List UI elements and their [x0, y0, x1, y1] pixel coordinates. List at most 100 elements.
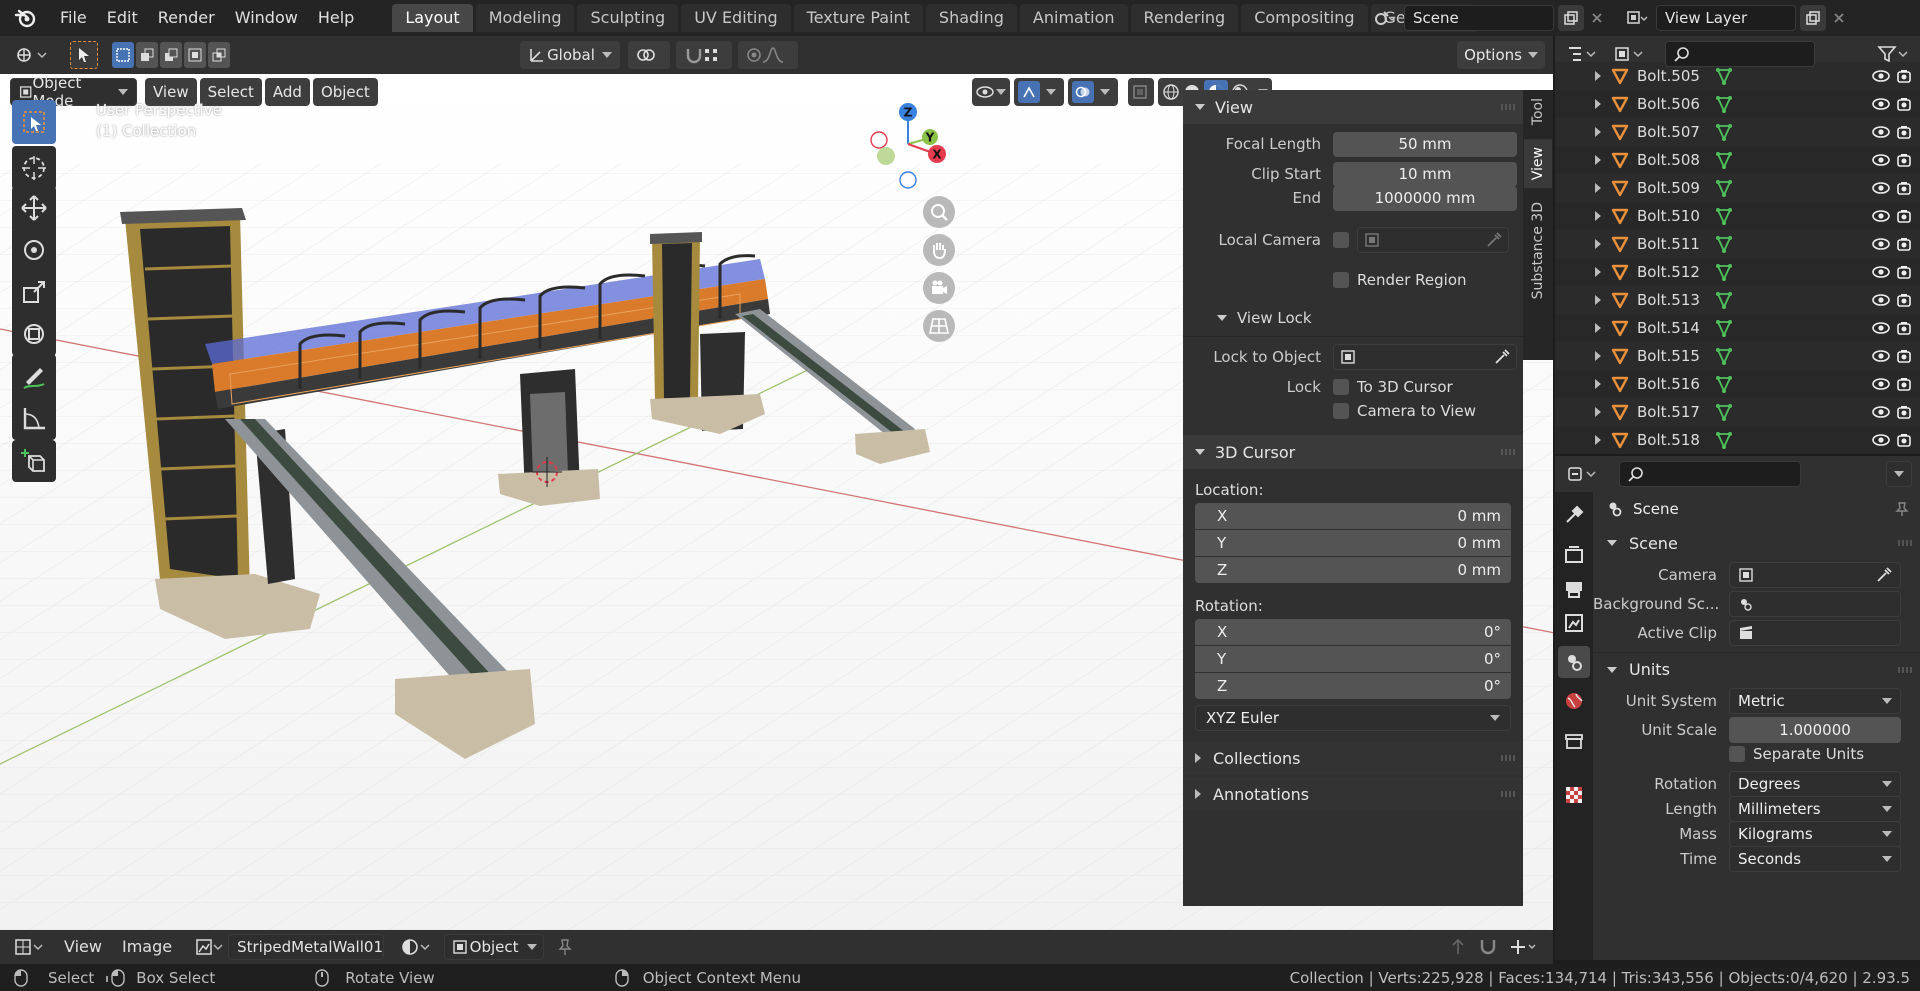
- snap-magnet-icon[interactable]: [1477, 937, 1499, 957]
- snap-target-icon[interactable]: [1509, 937, 1539, 957]
- extend-selection-icon[interactable]: [136, 42, 158, 68]
- scene-panel-header[interactable]: Scene: [1593, 526, 1920, 560]
- expand-arrow-icon[interactable]: [1555, 239, 1611, 249]
- scene-browse-icon[interactable]: [1366, 5, 1404, 31]
- camera-to-view-checkbox[interactable]: [1333, 403, 1349, 419]
- properties-editor-type-icon[interactable]: [1563, 460, 1607, 488]
- expand-arrow-icon[interactable]: [1555, 99, 1611, 109]
- tab-compositing[interactable]: Compositing: [1241, 4, 1368, 32]
- collections-panel-header[interactable]: Collections: [1183, 741, 1523, 775]
- cursor-location-z[interactable]: Z0 mm: [1195, 557, 1511, 583]
- outliner-item-name[interactable]: Bolt.517: [1637, 403, 1715, 421]
- 3d-viewport[interactable]: Object Mode View Select Add Object User …: [0, 74, 1553, 930]
- local-camera-field[interactable]: [1357, 227, 1509, 253]
- tab-substance-3d[interactable]: Substance 3D: [1524, 194, 1552, 307]
- focal-length-field[interactable]: 50 mm: [1333, 131, 1517, 157]
- cursor-rotation-y[interactable]: Y 0°: [1195, 646, 1511, 672]
- outliner-item-name[interactable]: Bolt.511: [1637, 235, 1715, 253]
- cursor-location-x[interactable]: X0 mm: [1195, 503, 1511, 529]
- camera-render-icon[interactable]: [1896, 124, 1912, 140]
- camera-render-icon[interactable]: [1896, 96, 1912, 112]
- overlays-dropdown[interactable]: [1068, 78, 1118, 106]
- outliner-item-name[interactable]: Bolt.518: [1637, 431, 1715, 449]
- eye-icon[interactable]: [1872, 405, 1890, 419]
- remove-view-layer-icon[interactable]: [1826, 5, 1852, 31]
- camera-render-icon[interactable]: [1896, 376, 1912, 392]
- properties-options-icon[interactable]: [1886, 461, 1912, 487]
- eye-icon[interactable]: [1872, 265, 1890, 279]
- outliner-row[interactable]: Bolt.507: [1555, 118, 1920, 146]
- expand-arrow-icon[interactable]: [1555, 351, 1611, 361]
- camera-render-icon[interactable]: [1896, 236, 1912, 252]
- measure-tool[interactable]: [12, 398, 56, 438]
- outliner-item-name[interactable]: Bolt.506: [1637, 95, 1715, 113]
- camera-field[interactable]: [1729, 562, 1901, 588]
- expand-arrow-icon[interactable]: [1555, 379, 1611, 389]
- image-pin-icon[interactable]: [556, 938, 574, 956]
- camera-render-icon[interactable]: [1896, 320, 1912, 336]
- tab-layout[interactable]: Layout: [392, 4, 473, 32]
- eye-icon[interactable]: [1872, 349, 1890, 363]
- navigation-gizmo[interactable]: Z Y X: [866, 100, 956, 195]
- cursor-rotation-x[interactable]: X 0°: [1195, 619, 1511, 645]
- expand-arrow-icon[interactable]: [1555, 407, 1611, 417]
- eye-icon[interactable]: [1872, 97, 1890, 111]
- image-menu-view[interactable]: View: [54, 930, 112, 964]
- expand-arrow-icon[interactable]: [1555, 323, 1611, 333]
- eye-icon[interactable]: [1872, 69, 1890, 83]
- rotation-units-dropdown[interactable]: Degrees: [1729, 771, 1901, 797]
- view-lock-subpanel-header[interactable]: View Lock: [1237, 309, 1312, 327]
- scene-name-field[interactable]: Scene: [1404, 5, 1554, 31]
- tab-sculpting[interactable]: Sculpting: [577, 4, 679, 32]
- copy-view-layer-icon[interactable]: [1800, 5, 1826, 31]
- expand-arrow-icon[interactable]: [1555, 435, 1611, 445]
- blender-logo-icon[interactable]: [12, 4, 40, 32]
- proportional-editing[interactable]: [738, 41, 798, 69]
- gizmo-dropdown[interactable]: [1014, 78, 1064, 106]
- properties-search-input[interactable]: [1619, 461, 1801, 487]
- view-panel-header[interactable]: View: [1183, 90, 1523, 124]
- display-mode-icon[interactable]: [1611, 40, 1651, 68]
- outliner-row[interactable]: Bolt.515: [1555, 342, 1920, 370]
- outliner-item-name[interactable]: Bolt.507: [1637, 123, 1715, 141]
- outliner-row[interactable]: Bolt.516: [1555, 370, 1920, 398]
- eyedropper-icon[interactable]: [1876, 567, 1892, 583]
- image-browse-icon[interactable]: [192, 933, 228, 961]
- mass-units-dropdown[interactable]: Kilograms: [1729, 821, 1901, 847]
- render-region-checkbox[interactable]: [1333, 272, 1349, 288]
- rotate-tool[interactable]: [12, 230, 56, 270]
- pivot-up-icon[interactable]: [1449, 938, 1467, 956]
- options-dropdown[interactable]: Options: [1457, 41, 1545, 69]
- outliner-item-name[interactable]: Bolt.515: [1637, 347, 1715, 365]
- rotation-mode-dropdown[interactable]: XYZ Euler: [1195, 705, 1511, 731]
- cursor-rotation-z[interactable]: Z 0°: [1195, 673, 1511, 699]
- eye-icon[interactable]: [1872, 153, 1890, 167]
- menu-file[interactable]: File: [50, 0, 97, 36]
- xray-toggle[interactable]: [1128, 78, 1154, 106]
- image-menu-image[interactable]: Image: [112, 930, 182, 964]
- perspective-toggle-button[interactable]: [923, 310, 955, 342]
- subtract-selection-icon[interactable]: [160, 42, 182, 68]
- eye-icon[interactable]: [1872, 181, 1890, 195]
- camera-render-icon[interactable]: [1896, 152, 1912, 168]
- object-mode-dropdown[interactable]: Object: [444, 934, 545, 960]
- unit-system-dropdown[interactable]: Metric: [1729, 688, 1901, 714]
- outliner-row[interactable]: Bolt.506: [1555, 90, 1920, 118]
- expand-arrow-icon[interactable]: [1555, 295, 1611, 305]
- eye-icon[interactable]: [1872, 293, 1890, 307]
- wireframe-shading-icon[interactable]: [1162, 83, 1180, 101]
- cursor-location-y[interactable]: Y0 mm: [1195, 530, 1511, 556]
- camera-render-icon[interactable]: [1896, 404, 1912, 420]
- camera-render-icon[interactable]: [1896, 348, 1912, 364]
- outliner-search-input[interactable]: [1665, 41, 1815, 67]
- menu-edit[interactable]: Edit: [97, 0, 148, 36]
- tab-texture-paint[interactable]: Texture Paint: [793, 4, 923, 32]
- uv-sync-icon[interactable]: [398, 933, 438, 961]
- expand-arrow-icon[interactable]: [1555, 211, 1611, 221]
- tab-shading[interactable]: Shading: [925, 4, 1017, 32]
- camera-render-icon[interactable]: [1896, 180, 1912, 196]
- outliner-row[interactable]: Bolt.517: [1555, 398, 1920, 426]
- select-tool-header-icon[interactable]: [70, 41, 98, 69]
- intersect-selection-icon[interactable]: [208, 42, 230, 68]
- outliner-item-name[interactable]: Bolt.513: [1637, 291, 1715, 309]
